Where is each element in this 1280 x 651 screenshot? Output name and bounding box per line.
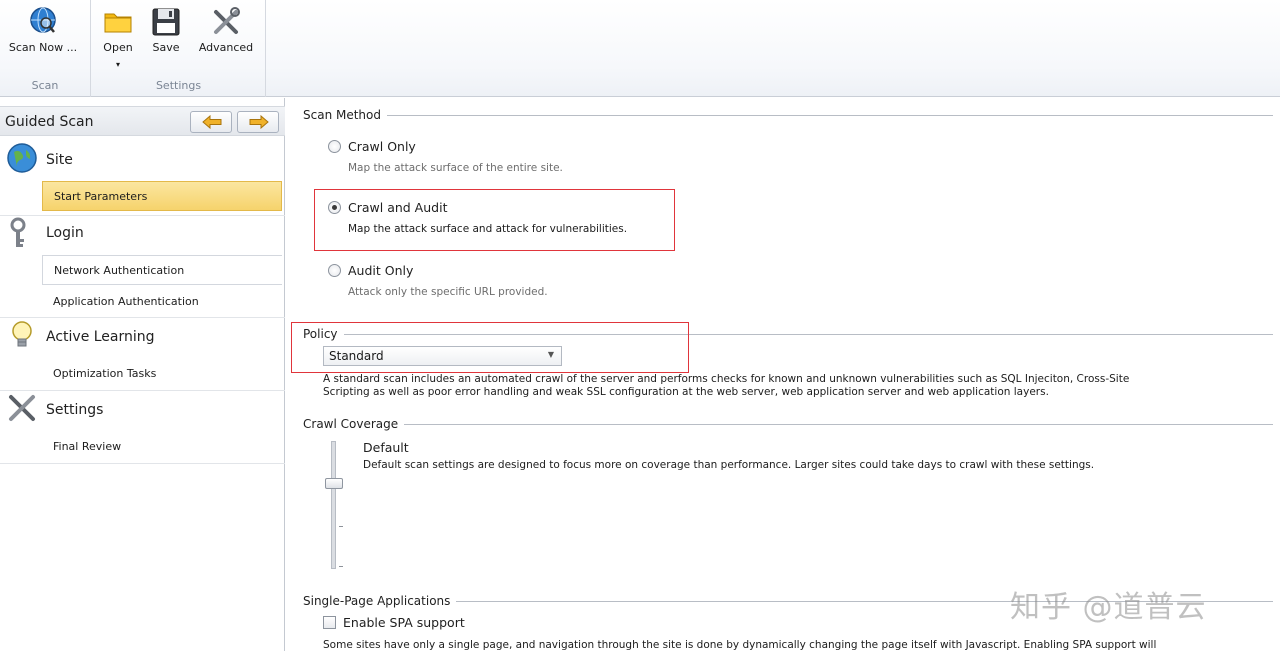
scan-method-divider bbox=[381, 115, 1273, 116]
policy-description-line-1: A standard scan includes an automated cr… bbox=[323, 373, 1130, 385]
guided-scan-title: Guided Scan bbox=[5, 114, 94, 130]
ribbon-group-scan: Scan Now ... Scan bbox=[0, 0, 91, 97]
slider-thumb[interactable] bbox=[325, 478, 343, 489]
radio-crawl-only-label[interactable]: Crawl Only bbox=[348, 139, 416, 154]
slider-tick bbox=[339, 566, 343, 567]
wrench-screwdriver-icon bbox=[214, 7, 240, 34]
nav-final-review[interactable]: Final Review bbox=[42, 432, 282, 462]
back-button[interactable] bbox=[190, 111, 232, 133]
keys-icon bbox=[10, 217, 26, 247]
scan-now-label: Scan Now ... bbox=[8, 41, 78, 54]
policy-description-line-2: Scripting as well as poor error handling… bbox=[323, 386, 1049, 398]
enable-spa-checkbox[interactable] bbox=[323, 616, 336, 629]
folder-icon bbox=[104, 13, 132, 33]
ribbon-group-label-scan: Scan bbox=[31, 79, 59, 92]
save-button[interactable]: Save bbox=[146, 6, 186, 54]
crawl-coverage-divider bbox=[401, 424, 1273, 425]
audit-only-description: Attack only the specific URL provided. bbox=[348, 286, 548, 298]
section-title-site[interactable]: Site bbox=[46, 152, 73, 168]
crawl-coverage-title: Crawl Coverage bbox=[303, 417, 405, 431]
ribbon-group-settings: Open ▾ Save Advanced Settings bbox=[92, 0, 266, 97]
section-active-learning: Active Learning Optimization Tasks bbox=[0, 319, 285, 391]
section-title-login[interactable]: Login bbox=[46, 225, 84, 241]
arrow-left-icon bbox=[202, 115, 222, 129]
nav-application-authentication[interactable]: Application Authentication bbox=[42, 287, 282, 317]
tools-icon bbox=[9, 395, 35, 421]
scan-globe-icon bbox=[30, 7, 56, 33]
highlight-box-scan-method bbox=[314, 189, 675, 251]
section-title-settings[interactable]: Settings bbox=[46, 402, 103, 418]
section-login: Login Network Authentication Application… bbox=[0, 217, 285, 318]
crawl-coverage-level-name: Default bbox=[363, 440, 409, 455]
policy-select[interactable]: Standard ▼ bbox=[323, 346, 562, 366]
arrow-right-icon bbox=[249, 115, 269, 129]
crawl-coverage-description: Default scan settings are designed to fo… bbox=[363, 459, 1095, 471]
spa-description: Some sites have only a single page, and … bbox=[323, 639, 1157, 651]
chevron-down-icon: ▼ bbox=[547, 350, 554, 359]
radio-crawl-and-audit-label[interactable]: Crawl and Audit bbox=[348, 200, 447, 215]
open-dropdown-caret[interactable]: ▾ bbox=[98, 60, 138, 70]
section-title-active-learning[interactable]: Active Learning bbox=[46, 329, 155, 345]
policy-selected-value: Standard bbox=[329, 349, 384, 363]
crawl-and-audit-description: Map the attack surface and attack for vu… bbox=[348, 223, 628, 235]
crawl-coverage-slider[interactable] bbox=[325, 441, 347, 569]
save-label: Save bbox=[152, 41, 180, 54]
slider-rail bbox=[331, 441, 336, 569]
policy-description: A standard scan includes an automated cr… bbox=[323, 373, 1173, 399]
watermark-text: 知乎 @道普云 bbox=[1010, 590, 1207, 625]
advanced-button[interactable]: Advanced bbox=[196, 6, 256, 54]
open-label: Open bbox=[103, 41, 133, 54]
section-site: Site Start Parameters bbox=[0, 142, 285, 216]
slider-tick bbox=[339, 526, 343, 527]
open-button[interactable]: Open ▾ bbox=[98, 6, 138, 70]
radio-audit-only-button[interactable] bbox=[328, 264, 341, 277]
ribbon-group-label-settings: Settings bbox=[155, 79, 202, 92]
spa-title: Single-Page Applications bbox=[303, 594, 457, 608]
start-parameters-panel: Scan Method Crawl Only Map the attack su… bbox=[291, 98, 1280, 651]
forward-button[interactable] bbox=[237, 111, 279, 133]
radio-crawl-only-button[interactable] bbox=[328, 140, 341, 153]
radio-crawl-and-audit-button[interactable] bbox=[328, 201, 341, 214]
section-settings: Settings Final Review bbox=[0, 392, 285, 464]
scan-method-title: Scan Method bbox=[303, 108, 387, 122]
ribbon-toolbar: Scan Now ... Scan Open ▾ Save Advanced S… bbox=[0, 0, 1280, 97]
radio-audit-only-label[interactable]: Audit Only bbox=[348, 263, 413, 278]
guided-scan-sidebar: Guided Scan Site Start Parameters Login … bbox=[0, 98, 285, 651]
guided-scan-header: Guided Scan bbox=[0, 106, 285, 136]
enable-spa-label[interactable]: Enable SPA support bbox=[343, 615, 465, 630]
scan-now-button[interactable]: Scan Now ... bbox=[6, 6, 80, 54]
advanced-label: Advanced bbox=[198, 41, 254, 54]
crawl-only-description: Map the attack surface of the entire sit… bbox=[348, 162, 563, 174]
nav-network-authentication[interactable]: Network Authentication bbox=[42, 255, 282, 285]
floppy-disk-icon bbox=[152, 8, 180, 36]
globe-icon bbox=[7, 143, 37, 173]
nav-optimization-tasks[interactable]: Optimization Tasks bbox=[42, 359, 282, 389]
nav-start-parameters[interactable]: Start Parameters bbox=[42, 181, 282, 211]
lightbulb-icon bbox=[12, 321, 32, 347]
